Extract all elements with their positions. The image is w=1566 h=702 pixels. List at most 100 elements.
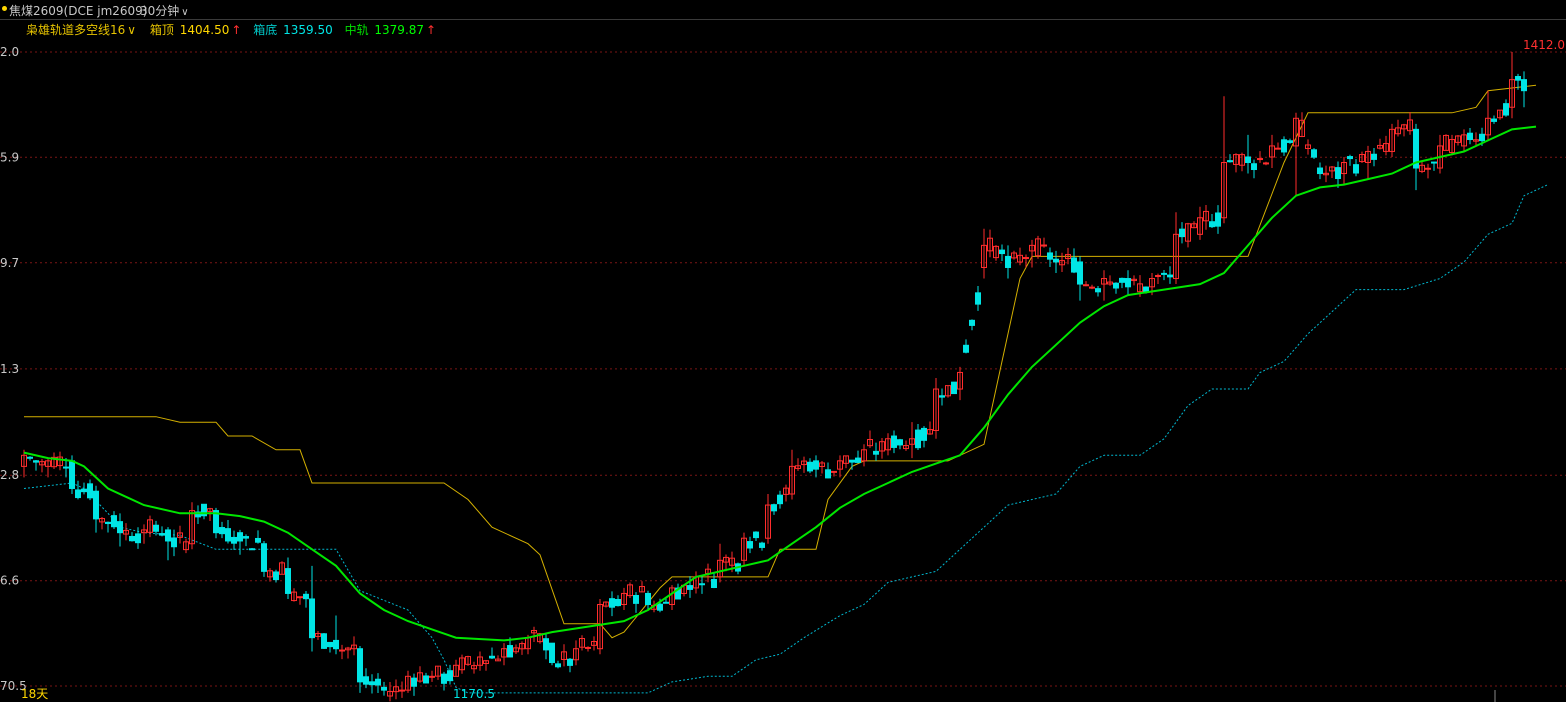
candle-body — [93, 490, 99, 520]
candle-body — [1053, 258, 1059, 263]
candle-body — [117, 521, 123, 534]
candle-body — [1347, 156, 1353, 160]
candle-body — [831, 470, 837, 473]
candle-body — [87, 483, 93, 499]
y-tick-label: 2.0 — [0, 45, 19, 59]
candle-body — [381, 686, 387, 691]
candle-body — [357, 648, 363, 683]
candle-body — [27, 456, 33, 459]
candlestick-chart[interactable]: 2.05.99.71.32.86.670.51412.01170.5 — [0, 0, 1566, 702]
candle-body — [753, 531, 759, 539]
candle-body — [63, 466, 69, 469]
candle-body — [585, 646, 591, 649]
y-tick-label: 1.3 — [0, 362, 19, 376]
candle-body — [1215, 212, 1221, 227]
box-bottom-line — [23, 184, 1549, 694]
candle-body — [243, 536, 249, 539]
candle-body — [849, 459, 855, 463]
candle-body — [555, 663, 561, 668]
candle-body — [1335, 167, 1341, 180]
candle-body — [969, 319, 975, 326]
candle-body — [333, 639, 339, 650]
candle-body — [165, 529, 171, 542]
candle-body — [1515, 76, 1521, 81]
candle-body — [963, 344, 969, 353]
candle-body — [1353, 164, 1359, 174]
low-price-label: 1170.5 — [453, 687, 495, 701]
y-tick-label: 6.6 — [0, 574, 19, 588]
candle-body — [429, 675, 435, 678]
candle-body — [81, 488, 87, 493]
candle-body — [1047, 252, 1053, 260]
candle-body — [1245, 156, 1251, 164]
candle-body — [1023, 257, 1029, 260]
mid-rail-line — [23, 125, 1537, 642]
candle-body — [369, 681, 375, 686]
candle-body — [897, 439, 903, 446]
candle-body — [285, 568, 291, 594]
candle-body — [249, 548, 255, 551]
candle-body — [135, 533, 141, 544]
candle-body — [711, 579, 717, 589]
candle-body — [1005, 255, 1011, 268]
candle-body — [129, 535, 135, 542]
candle-body — [489, 655, 495, 659]
candle-body — [75, 489, 81, 499]
candle-body — [303, 593, 309, 600]
candle-body — [657, 603, 663, 611]
candle-body — [423, 675, 429, 684]
candle-body — [1125, 278, 1131, 288]
candle-body — [1113, 282, 1119, 289]
candle-body — [1251, 163, 1257, 171]
y-tick-label: 5.9 — [0, 150, 19, 164]
candle-body — [399, 689, 405, 692]
candle-body — [999, 249, 1005, 255]
candle-body — [1041, 244, 1047, 247]
candle-body — [1311, 149, 1317, 158]
candle-body — [363, 676, 369, 685]
candle-body — [1227, 160, 1233, 163]
candle-body — [1179, 228, 1185, 238]
candle-body — [1431, 161, 1437, 164]
y-tick-label: 9.7 — [0, 256, 19, 270]
candle-body — [1119, 277, 1125, 283]
candle-body — [1479, 133, 1485, 142]
candle-body — [297, 596, 303, 599]
candle-body — [327, 641, 333, 648]
y-tick-label: 2.8 — [0, 468, 19, 482]
candle-body — [915, 429, 921, 449]
box-top-line — [24, 84, 1537, 639]
candle-body — [1503, 103, 1509, 116]
candle-body — [1317, 167, 1323, 175]
candle-body — [1425, 167, 1431, 170]
candle-body — [951, 381, 957, 395]
candle-body — [975, 292, 981, 305]
candle-body — [855, 457, 861, 463]
candle-body — [507, 645, 513, 658]
candle-body — [171, 537, 177, 548]
candle-body — [1263, 162, 1269, 165]
candle-body — [111, 515, 117, 528]
candle-body — [1371, 153, 1377, 160]
candle-body — [921, 427, 927, 441]
candle-body — [1071, 257, 1077, 273]
candle-body — [1521, 79, 1527, 92]
candle-body — [873, 450, 879, 455]
high-price-label: 1412.0 — [1523, 38, 1565, 52]
candle-body — [567, 658, 573, 666]
candle-body — [1287, 140, 1293, 143]
candle-body — [891, 435, 897, 448]
candle-body — [69, 460, 75, 489]
candle-body — [375, 678, 381, 686]
candle-body — [447, 670, 453, 682]
candle-body — [687, 585, 693, 590]
candle-body — [699, 583, 705, 586]
candle-body — [807, 461, 813, 472]
candle-body — [1281, 139, 1287, 153]
candle-body — [33, 460, 39, 463]
candle-body — [219, 527, 225, 535]
candle-body — [549, 642, 555, 664]
candle-body — [411, 677, 417, 687]
candle-body — [825, 469, 831, 479]
candle-body — [1167, 274, 1173, 278]
